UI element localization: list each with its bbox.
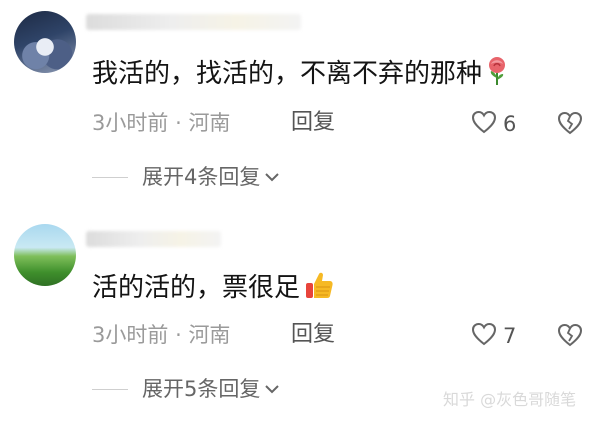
divider-line: [92, 388, 128, 390]
reply-button[interactable]: 回复: [291, 322, 335, 348]
location: 河南: [188, 323, 231, 347]
thumbs-up-icon: [304, 270, 334, 307]
meta-separator: ·: [175, 323, 182, 347]
timestamp: 3小时前: [92, 323, 169, 347]
username-blurred[interactable]: [86, 231, 221, 247]
comment-text: 活的活的，票很足: [92, 270, 334, 307]
divider-line: [92, 176, 128, 178]
watermark: 知乎 @灰色哥随笔: [443, 390, 577, 409]
like-button[interactable]: 6: [471, 110, 516, 138]
reply-button[interactable]: 回复: [291, 110, 335, 136]
dislike-icon[interactable]: [557, 111, 583, 139]
comment-body: 我活的，找活的，不离不弃的那种: [92, 59, 483, 89]
like-button[interactable]: 7: [471, 322, 516, 350]
expand-replies-label: 展开5条回复: [142, 377, 261, 401]
rose-icon: [486, 56, 508, 93]
username-blurred[interactable]: [86, 14, 301, 30]
comment-meta: 3小时前 · 河南: [92, 110, 230, 136]
expand-replies-label: 展开4条回复: [142, 165, 261, 189]
expand-replies-button[interactable]: 展开4条回复: [92, 163, 280, 191]
heart-icon: [471, 322, 497, 350]
chevron-down-icon: [264, 168, 280, 187]
location: 河南: [188, 111, 231, 135]
comment-body: 活的活的，票很足: [92, 273, 301, 303]
comment-meta: 3小时前 · 河南: [92, 322, 230, 348]
avatar[interactable]: [14, 224, 76, 286]
timestamp: 3小时前: [92, 111, 169, 135]
avatar[interactable]: [14, 11, 76, 73]
like-count: 7: [503, 324, 517, 348]
meta-separator: ·: [175, 111, 182, 135]
like-count: 6: [503, 112, 517, 136]
comment-text: 我活的，找活的，不离不弃的那种: [92, 56, 508, 93]
chevron-down-icon: [264, 380, 280, 399]
heart-icon: [471, 110, 497, 138]
dislike-icon[interactable]: [557, 323, 583, 351]
expand-replies-button[interactable]: 展开5条回复: [92, 375, 280, 403]
